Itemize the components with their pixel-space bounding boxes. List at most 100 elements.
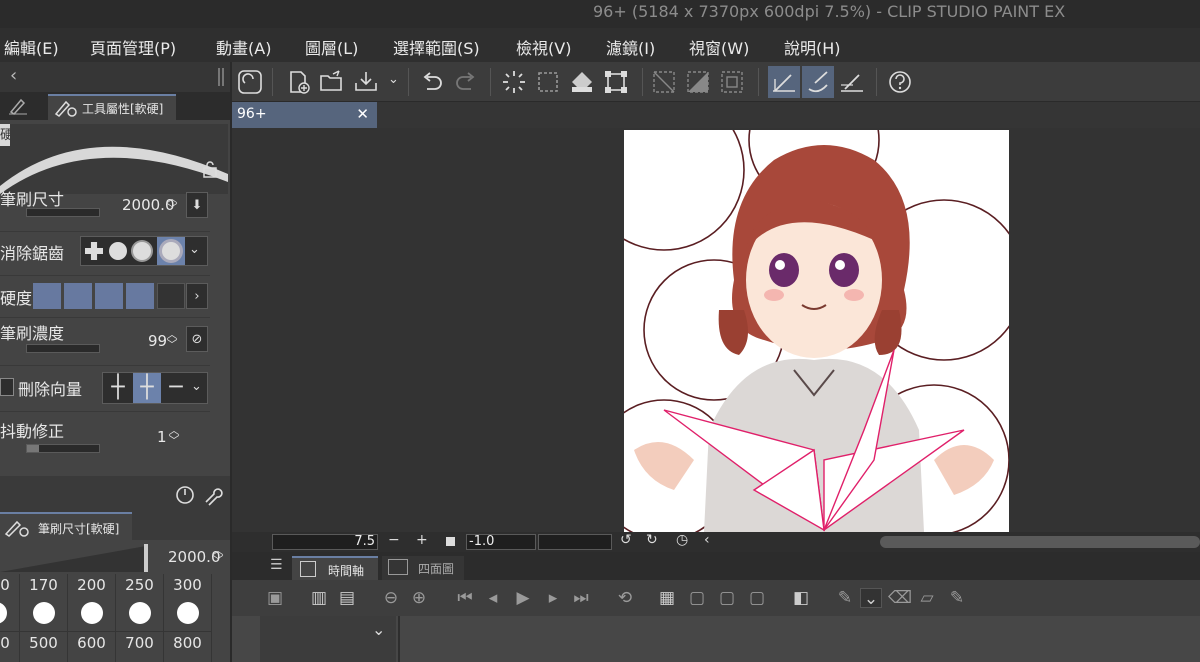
chevron-down-icon[interactable]: ⌄ [191, 379, 202, 394]
save-icon[interactable] [350, 66, 382, 98]
size-preset-cell[interactable]: 700 [116, 632, 164, 662]
frame-rate-icon[interactable]: ▤ [336, 588, 358, 608]
hardness-level-5[interactable] [157, 283, 185, 309]
canvas-area[interactable] [232, 128, 1200, 532]
rotation-field[interactable]: -1.0 [466, 534, 536, 550]
vector-mode-whole-icon[interactable]: ─ [163, 375, 189, 401]
rotate-left-icon[interactable]: ↺ [620, 532, 632, 548]
antialias-medium-icon[interactable] [133, 242, 151, 260]
zoom-in-icon[interactable]: ⊕ [408, 588, 430, 608]
previous-frame-icon[interactable]: ◂ [482, 588, 504, 608]
brush-size-palette-spinner[interactable]: ︿ ﹀ [212, 545, 224, 568]
first-frame-icon[interactable]: ⏮ [454, 588, 476, 608]
onion-skin-icon[interactable]: ⌫ [888, 588, 912, 608]
hardness-level-1[interactable] [33, 283, 61, 309]
chevron-down-icon[interactable]: ⌄ [372, 620, 385, 639]
menu-selection[interactable]: 選擇範圍(S) [393, 35, 480, 59]
sub-tool-tab-icon[interactable] [8, 97, 28, 119]
delete-vector-mode-selector[interactable]: ┼ ┼ ─ ⌄ [102, 372, 208, 404]
chevron-right-icon[interactable]: › [186, 283, 208, 309]
menu-view[interactable]: 檢視(V) [516, 35, 571, 59]
collapse-panel-icon[interactable]: ‹ [10, 65, 17, 86]
brush-size-palette-slider[interactable] [0, 542, 150, 574]
snap-to-special-ruler-icon[interactable] [802, 66, 834, 98]
brush-density-slider[interactable] [26, 344, 100, 353]
panel-menu-icon[interactable]: ☰ [270, 557, 283, 573]
brush-size-slider[interactable] [26, 208, 100, 217]
redo-icon[interactable] [450, 66, 482, 98]
settings-dial-icon[interactable] [174, 484, 196, 510]
grip-handle-icon[interactable] [218, 68, 224, 86]
keyframe-icon[interactable]: ◧ [790, 588, 812, 608]
brush-size-spinner[interactable]: ︿ ﹀ [166, 193, 178, 216]
clear-selection-icon[interactable] [532, 66, 564, 98]
chevron-down-icon[interactable]: ⌄ [860, 588, 882, 609]
rotate-right-icon[interactable]: ↻ [646, 532, 658, 548]
invert-selection-icon[interactable] [682, 66, 714, 98]
canvas-artwork[interactable] [624, 130, 1009, 532]
menu-layer[interactable]: 圖層(L) [305, 35, 358, 59]
rotation-slider[interactable] [538, 534, 612, 550]
undo-icon[interactable] [416, 66, 448, 98]
zoom-field[interactable]: 7.5 [272, 534, 378, 550]
timeline-track-list[interactable]: ⌄ [260, 616, 396, 662]
next-frame-icon[interactable]: ▸ [542, 588, 564, 608]
tab-tool-property[interactable]: 工具屬性[軟硬] [48, 94, 176, 120]
size-preset-cell[interactable]: 800 [164, 632, 212, 662]
size-preset-cell[interactable]: 300 [164, 574, 212, 632]
chevron-down-icon[interactable]: ⌄ [189, 242, 200, 257]
scroll-left-icon[interactable]: ‹ [704, 532, 710, 548]
delete-cel-icon[interactable]: ▢ [746, 588, 768, 608]
pencil-icon[interactable]: ✎ [946, 588, 968, 608]
hardness-selector[interactable] [33, 283, 185, 309]
hide-outside-selection-icon[interactable] [648, 66, 680, 98]
play-icon[interactable]: ▶ [512, 588, 534, 608]
tab-timeline[interactable]: 時間軸 [292, 556, 378, 580]
vector-mode-intersect-icon[interactable]: ┼ [105, 375, 131, 401]
size-preset-cell[interactable]: 200 [68, 574, 116, 632]
help-question-icon[interactable] [884, 66, 916, 98]
antialias-selector[interactable]: ⌄ [80, 236, 208, 266]
size-preset-cell[interactable]: 500 [20, 632, 68, 662]
timeline-settings-icon[interactable]: ▥ [308, 588, 330, 608]
menu-page-management[interactable]: 頁面管理(P) [90, 35, 176, 59]
brush-size-pressure-button[interactable]: ⬇ [186, 192, 208, 218]
new-timeline-icon[interactable]: ▣ [264, 588, 286, 608]
menu-filter[interactable]: 濾鏡(I) [606, 35, 655, 59]
menu-help[interactable]: 說明(H) [784, 35, 841, 59]
snap-to-grid-icon[interactable] [836, 66, 868, 98]
menu-animation[interactable]: 動畫(A) [216, 35, 271, 59]
snap-to-ruler-icon[interactable] [768, 66, 800, 98]
close-icon[interactable]: ✕ [356, 105, 369, 123]
zoom-out-icon[interactable]: ⊖ [380, 588, 402, 608]
menu-window[interactable]: 視窗(W) [689, 35, 749, 59]
new-file-icon[interactable] [282, 66, 314, 98]
tab-four-panel[interactable]: 四面圖 [382, 556, 464, 580]
antialias-strong-icon[interactable] [157, 237, 185, 265]
loading-spinner-icon[interactable] [498, 66, 530, 98]
size-preset-cell[interactable]: 250 [116, 574, 164, 632]
last-frame-icon[interactable]: ⏭ [570, 588, 592, 608]
new-cel-icon[interactable]: ▦ [656, 588, 678, 608]
hardness-level-3[interactable] [95, 283, 123, 309]
zoom-out-button[interactable]: − [388, 532, 400, 548]
antialias-none-icon[interactable] [85, 242, 103, 260]
reset-rotation-icon[interactable]: ◷ [676, 532, 688, 548]
fill-icon[interactable] [566, 66, 598, 98]
clip-studio-icon[interactable] [234, 66, 266, 98]
edit-keyframe-icon[interactable]: ✎ [834, 588, 856, 608]
chevron-down-icon[interactable]: ⌄ [388, 72, 399, 87]
document-tab[interactable]: 96+ ✕ [232, 102, 377, 128]
transform-icon[interactable] [600, 66, 632, 98]
hardness-level-2[interactable] [64, 283, 92, 309]
size-preset-cell[interactable]: 170 [20, 574, 68, 632]
antialias-weak-icon[interactable] [109, 242, 127, 260]
light-table-icon[interactable]: ▱ [916, 588, 938, 608]
link-cel-icon[interactable]: ▢ [716, 588, 738, 608]
fit-view-icon[interactable] [446, 537, 455, 546]
stabilization-value[interactable]: 1 [157, 428, 167, 446]
delete-vector-checkbox[interactable] [0, 378, 14, 396]
vector-mode-cross-icon[interactable]: ┼ [133, 373, 161, 403]
stabilization-slider[interactable] [26, 444, 100, 453]
open-folder-icon[interactable] [316, 66, 348, 98]
